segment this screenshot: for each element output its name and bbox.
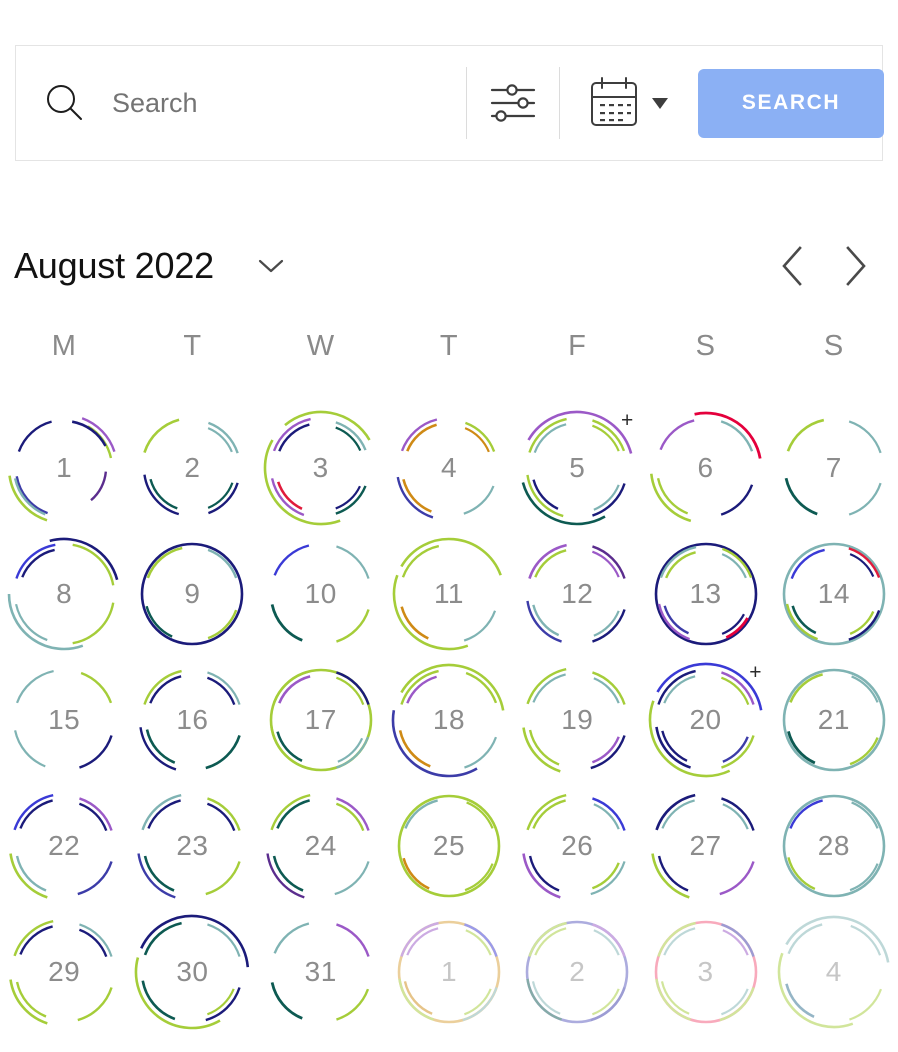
calendar-day-cell[interactable]: 2 <box>128 405 256 531</box>
day-activity-rings: 2 <box>140 416 244 520</box>
calendar-day-cell[interactable]: 20 + <box>641 657 769 783</box>
calendar-day-cell[interactable]: 8 <box>0 531 128 657</box>
calendar-day-cell[interactable]: 30 <box>128 909 256 1035</box>
weekday-label: W <box>306 330 335 362</box>
caret-down-icon <box>652 97 668 109</box>
day-activity-rings: 24 <box>266 793 373 899</box>
day-activity-rings: 9 <box>140 542 244 646</box>
search-button[interactable]: SEARCH <box>698 68 884 138</box>
weekday-label: T <box>439 330 459 362</box>
search-input[interactable] <box>112 83 466 123</box>
day-activity-rings: 26 <box>522 793 629 899</box>
sliders-filter-icon[interactable] <box>467 67 559 139</box>
day-activity-rings: 1 <box>397 920 501 1024</box>
day-activity-rings: 4 <box>396 416 501 520</box>
day-activity-rings: 19 <box>522 667 629 773</box>
calendar-day-cell[interactable]: 4 <box>770 909 898 1035</box>
weekday-label: S <box>695 330 716 362</box>
calendar-day-cell[interactable]: 5 + <box>513 405 641 531</box>
day-activity-rings: 12 <box>525 542 629 646</box>
calendar-day-cell[interactable]: 11 <box>385 531 513 657</box>
calendar-day-cell[interactable]: 3 <box>641 909 769 1035</box>
day-activity-rings: 23 <box>137 793 244 899</box>
day-activity-rings: 5 + <box>521 410 633 526</box>
day-activity-rings: 31 <box>269 920 373 1024</box>
calendar-day-cell[interactable]: 12 <box>513 531 641 657</box>
day-activity-rings: 14 <box>782 542 886 646</box>
search-icon[interactable] <box>16 81 112 125</box>
calendar-day-cell[interactable]: 24 <box>257 783 385 909</box>
search-bar: SEARCH <box>15 45 884 161</box>
day-activity-rings: 25 <box>397 794 501 898</box>
day-activity-rings: 10 <box>269 542 373 646</box>
day-activity-rings: 4 <box>777 915 890 1029</box>
calendar-day-cell[interactable]: 27 <box>641 783 769 909</box>
month-header: August 2022 <box>0 228 898 304</box>
day-activity-rings: 30 <box>135 914 250 1030</box>
calendar-day-cell[interactable]: 29 <box>0 909 128 1035</box>
calendar-day-cell[interactable]: 4 <box>385 405 513 531</box>
day-activity-rings: 28 <box>782 794 886 898</box>
calendar-dropdown-button[interactable] <box>560 75 686 132</box>
day-activity-rings: 1 <box>8 416 116 522</box>
day-activity-rings: 21 <box>782 668 886 772</box>
day-activity-rings: 18 <box>391 663 505 778</box>
calendar-day-cell[interactable]: 16 <box>128 657 256 783</box>
chevron-down-icon[interactable] <box>256 251 286 281</box>
day-activity-rings: 29 <box>9 919 116 1025</box>
calendar-day-cell[interactable]: 31 <box>257 909 385 1035</box>
calendar-day-cell[interactable]: 1 <box>0 405 128 531</box>
day-activity-rings: 7 <box>782 416 886 520</box>
calendar-day-cell[interactable]: 2 <box>513 909 641 1035</box>
day-activity-rings: 6 <box>649 411 762 523</box>
month-navigation <box>776 246 872 286</box>
day-activity-rings: 17 <box>269 668 373 772</box>
calendar-day-cell[interactable]: 19 <box>513 657 641 783</box>
calendar-day-cell[interactable]: 6 <box>641 405 769 531</box>
day-activity-rings: 11 <box>392 537 502 651</box>
day-activity-rings: 8 <box>7 537 119 651</box>
calendar-day-cell[interactable]: 10 <box>257 531 385 657</box>
day-activity-rings: 3 <box>263 410 373 526</box>
calendar-day-cell[interactable]: 17 <box>257 657 385 783</box>
calendar-day-cell[interactable]: 15 <box>0 657 128 783</box>
weekday-header-row: MTWTFSS <box>0 330 898 363</box>
calendar-day-cell[interactable]: 7 <box>770 405 898 531</box>
calendar-day-cell[interactable]: 1 <box>385 909 513 1035</box>
calendar-day-cell[interactable]: 18 <box>385 657 513 783</box>
weekday-label: F <box>568 330 587 362</box>
calendar-day-cell[interactable]: 22 <box>0 783 128 909</box>
weekday-label: T <box>183 330 202 362</box>
calendar-day-cell[interactable]: 21 <box>770 657 898 783</box>
page-title: August 2022 <box>14 245 214 286</box>
chevron-left-icon[interactable] <box>776 246 810 286</box>
day-activity-rings: 22 <box>9 793 116 899</box>
weekday-label: M <box>51 330 77 362</box>
calendar-day-cell[interactable]: 9 <box>128 531 256 657</box>
calendar-icon <box>588 75 640 132</box>
calendar-day-cell[interactable]: 13 <box>641 531 769 657</box>
day-activity-rings: 3 <box>654 920 758 1024</box>
calendar-day-grid: 1 2 3 4 5 +6 7 8 9 10 11 12 13 14 15 16 17 18 19 20 +21 22 23 2… <box>0 405 898 1035</box>
calendar-day-cell[interactable]: 14 <box>770 531 898 657</box>
calendar-day-cell[interactable]: 25 <box>385 783 513 909</box>
calendar-day-cell[interactable]: 26 <box>513 783 641 909</box>
weekday-label: S <box>823 330 844 362</box>
calendar-day-cell[interactable]: 23 <box>128 783 256 909</box>
day-activity-rings: 15 <box>12 668 116 772</box>
chevron-right-icon[interactable] <box>838 246 872 286</box>
day-activity-rings: 16 <box>139 668 244 772</box>
day-activity-rings: 27 <box>650 793 758 899</box>
day-activity-rings: 2 <box>525 920 629 1024</box>
calendar-day-cell[interactable]: 28 <box>770 783 898 909</box>
day-activity-rings: 13 <box>654 542 758 646</box>
calendar-day-cell[interactable]: 3 <box>257 405 385 531</box>
day-activity-rings: 20 + <box>648 662 762 778</box>
